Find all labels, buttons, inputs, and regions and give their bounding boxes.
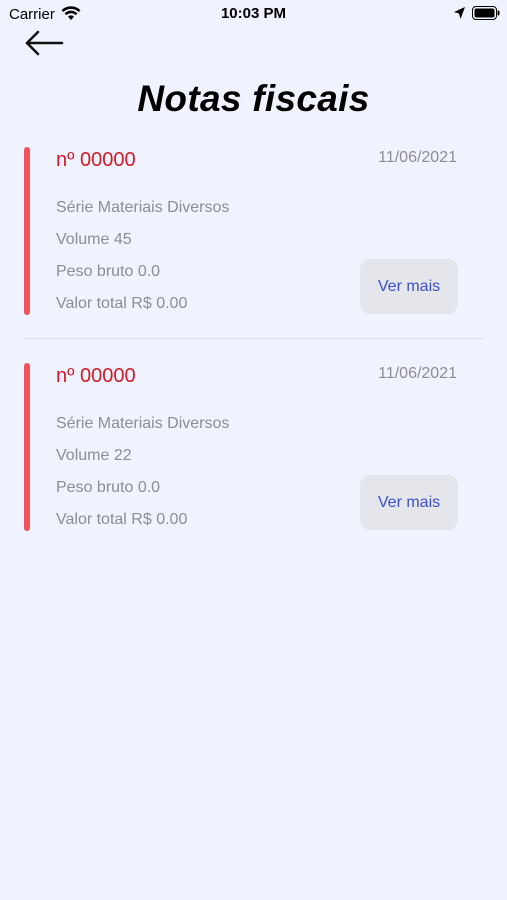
status-bar: Carrier 10:03 PM [0,0,507,28]
screen: Carrier 10:03 PM Notas fiscais nº 00000 … [0,0,507,900]
invoice-card: nº 00000 11/06/2021 Série Materiais Dive… [24,363,460,531]
invoice-volume: Volume 45 [56,231,132,248]
invoice-series: Série Materiais Diversos [56,199,230,216]
invoice-number: nº 00000 [56,365,136,387]
invoice-date: 11/06/2021 [378,149,457,166]
invoice-number: nº 00000 [56,149,136,171]
card-accent-bar [24,147,30,315]
location-arrow-icon [453,6,466,25]
page-title: Notas fiscais [137,78,370,119]
invoice-gross-weight: Peso bruto 0.0 [56,479,161,496]
card-accent-bar [24,363,30,531]
invoice-date: 11/06/2021 [378,365,457,382]
battery-icon [472,6,500,25]
status-time: 10:03 PM [220,5,287,22]
invoice-total-value: Valor total R$ 0.00 [56,511,188,528]
invoice-series: Série Materiais Diversos [56,415,230,432]
invoice-volume: Volume 22 [56,447,132,464]
see-more-button[interactable]: Ver mais [360,475,458,530]
invoice-total-value: Valor total R$ 0.00 [56,295,188,312]
see-more-button[interactable]: Ver mais [360,259,458,314]
back-button[interactable] [24,28,64,58]
arrow-left-icon [25,30,64,56]
invoice-gross-weight: Peso bruto 0.0 [56,263,161,280]
invoice-card: nº 00000 11/06/2021 Série Materiais Dive… [24,147,460,315]
card-divider [24,338,483,339]
